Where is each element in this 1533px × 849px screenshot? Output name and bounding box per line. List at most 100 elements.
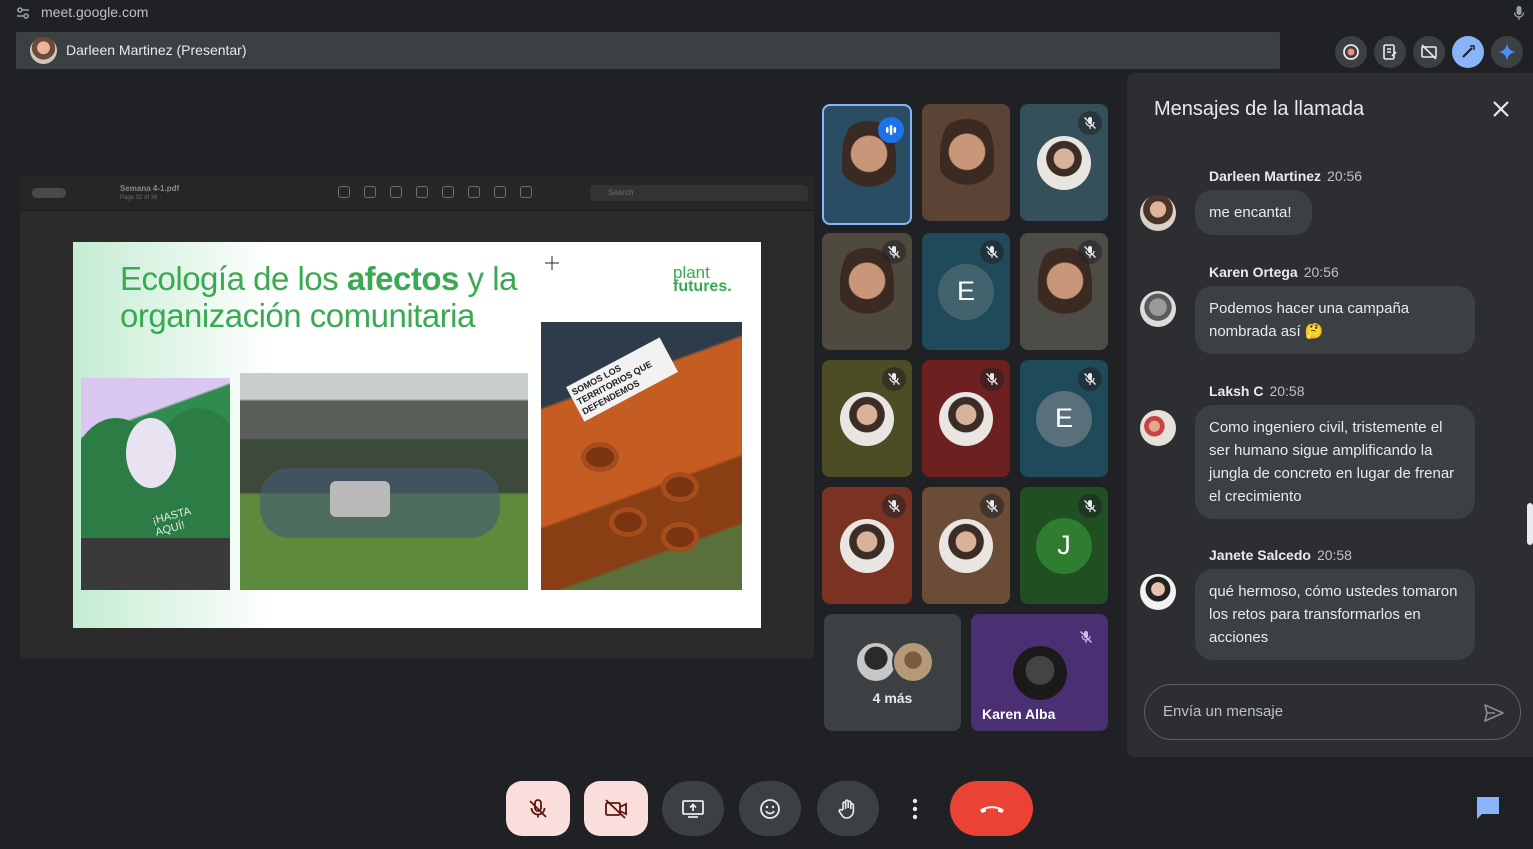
call-controls bbox=[492, 767, 1047, 849]
presenter-bar: Darleen Martinez (Presentar) bbox=[16, 32, 1280, 69]
end-call-button[interactable] bbox=[950, 781, 1033, 836]
participant-tile[interactable] bbox=[822, 360, 912, 477]
message-author: Laksh C bbox=[1209, 383, 1264, 399]
message-time: 20:56 bbox=[1327, 168, 1363, 184]
slide-title-line2: organización comunitaria bbox=[120, 297, 475, 334]
camera-off-icon bbox=[605, 798, 627, 819]
more-options-icon bbox=[912, 798, 918, 819]
mic-off-icon bbox=[1078, 111, 1102, 135]
participant-avatar bbox=[939, 518, 993, 573]
record-icon[interactable] bbox=[1335, 36, 1367, 68]
participant-tile[interactable] bbox=[922, 104, 1010, 221]
participant-initial: E bbox=[1036, 390, 1092, 447]
message-time: 20:58 bbox=[1316, 547, 1352, 563]
mic-off-icon bbox=[1078, 240, 1102, 264]
notes-icon[interactable] bbox=[1374, 36, 1406, 68]
participant-avatar bbox=[1013, 646, 1067, 700]
zoom-in-icon[interactable] bbox=[390, 186, 402, 198]
participant-avatar bbox=[939, 391, 993, 446]
presenter-label: Darleen Martinez (Presentar) bbox=[66, 42, 247, 58]
message-bubble: Podemos hacer una campaña nombrada así 🤔 bbox=[1195, 286, 1475, 354]
scrollbar-handle[interactable] bbox=[1527, 503, 1533, 545]
participant-video bbox=[940, 114, 994, 204]
mic-off-icon bbox=[882, 240, 906, 264]
slide-title-line1-post: y la bbox=[458, 260, 518, 297]
mic-off-icon bbox=[1074, 625, 1098, 649]
camera-toggle-button[interactable] bbox=[584, 781, 648, 836]
slide-photo-table: SOMOS LOS TERRITORIOS QUE DEFENDEMOS bbox=[541, 322, 742, 590]
reactions-button[interactable] bbox=[739, 781, 801, 836]
more-participants-tile[interactable]: 4 más bbox=[824, 614, 961, 731]
present-screen-button[interactable] bbox=[662, 781, 724, 836]
message-header: Janete Salcedo 20:58 bbox=[1209, 547, 1352, 563]
logo-line2: futures. bbox=[673, 278, 732, 295]
mic-icon[interactable] bbox=[1513, 5, 1525, 21]
message-header: Darleen Martinez 20:56 bbox=[1209, 168, 1362, 184]
chat-title: Mensajes de la llamada bbox=[1154, 98, 1365, 120]
slide-title-line1-bold: afectos bbox=[346, 260, 460, 297]
message-avatar bbox=[1140, 574, 1176, 610]
participant-avatar bbox=[840, 391, 894, 446]
message-input[interactable]: Envía un mensaje bbox=[1144, 684, 1521, 740]
participant-tile[interactable] bbox=[1020, 233, 1108, 350]
zoom-out-icon[interactable] bbox=[364, 186, 376, 198]
raise-hand-button[interactable] bbox=[817, 781, 879, 836]
participant-initial: E bbox=[938, 263, 994, 320]
mic-off-icon bbox=[529, 798, 547, 818]
participant-tile[interactable]: J bbox=[1020, 487, 1108, 604]
raise-hand-icon bbox=[838, 798, 855, 819]
pdf-tool-icons bbox=[338, 186, 532, 198]
message-avatar bbox=[1140, 410, 1176, 446]
mic-off-icon bbox=[980, 367, 1004, 391]
plant-futures-logo: plant futures. bbox=[673, 264, 732, 295]
end-call-icon bbox=[979, 805, 1004, 813]
site-settings-icon[interactable] bbox=[16, 6, 30, 20]
more-options-button[interactable] bbox=[900, 781, 930, 836]
participant-avatar bbox=[840, 518, 894, 573]
info-icon[interactable] bbox=[338, 186, 350, 198]
slide-illustration: ¡HASTA AQUÍ! bbox=[81, 378, 230, 590]
no-share-icon[interactable] bbox=[1413, 36, 1445, 68]
rotate-icon[interactable] bbox=[468, 186, 480, 198]
participant-tile[interactable] bbox=[822, 487, 912, 604]
participant-name: Karen Alba bbox=[982, 706, 1056, 722]
url-text[interactable]: meet.google.com bbox=[41, 4, 148, 20]
speaking-indicator-icon bbox=[878, 117, 904, 143]
presentation-slide: Ecología de los afectos y la organizació… bbox=[73, 242, 761, 628]
chat-icon[interactable] bbox=[1474, 794, 1502, 822]
sign-text: SOMOS LOS TERRITORIOS QUE DEFENDEMOS bbox=[566, 337, 678, 422]
participant-tile[interactable] bbox=[822, 233, 912, 350]
participant-tile[interactable] bbox=[822, 104, 912, 225]
participant-tile[interactable]: E bbox=[1020, 360, 1108, 477]
shared-screen: Semana 4-1.pdf Page 32 of 36 Search Ecol… bbox=[20, 176, 814, 659]
mic-off-icon bbox=[980, 240, 1004, 264]
participant-tile[interactable] bbox=[1020, 104, 1108, 221]
pdf-toolbar: Semana 4-1.pdf Page 32 of 36 Search bbox=[20, 176, 814, 211]
participant-tile[interactable] bbox=[922, 360, 1010, 477]
share-icon[interactable] bbox=[416, 186, 428, 198]
pdf-search-field[interactable]: Search bbox=[590, 185, 808, 201]
annotate-icon[interactable] bbox=[494, 186, 506, 198]
pdf-page-info: Page 32 of 36 bbox=[120, 195, 158, 201]
message-header: Laksh C 20:58 bbox=[1209, 383, 1305, 399]
mic-off-icon bbox=[1078, 367, 1102, 391]
participant-avatar bbox=[855, 641, 897, 683]
message-avatar bbox=[1140, 195, 1176, 231]
send-icon[interactable] bbox=[1482, 701, 1506, 725]
pen-icon[interactable] bbox=[1452, 36, 1484, 68]
emoji-icon bbox=[760, 798, 780, 819]
gemini-icon[interactable] bbox=[1491, 36, 1523, 68]
participant-tile-karen-alba[interactable]: Karen Alba bbox=[971, 614, 1108, 731]
markup-icon[interactable] bbox=[442, 186, 454, 198]
slide-title: Ecología de los afectos y la organizació… bbox=[120, 260, 517, 334]
close-icon[interactable] bbox=[1489, 97, 1513, 121]
form-icon[interactable] bbox=[520, 186, 532, 198]
message-time: 20:58 bbox=[1269, 383, 1305, 399]
mic-off-icon bbox=[882, 367, 906, 391]
mic-toggle-button[interactable] bbox=[506, 781, 570, 836]
slide-title-line1-pre: Ecología de los bbox=[120, 260, 347, 297]
sidebar-toggle[interactable] bbox=[32, 188, 66, 198]
participant-tile[interactable]: E bbox=[922, 233, 1010, 350]
presenter-avatar bbox=[30, 37, 57, 64]
participant-tile[interactable] bbox=[922, 487, 1010, 604]
